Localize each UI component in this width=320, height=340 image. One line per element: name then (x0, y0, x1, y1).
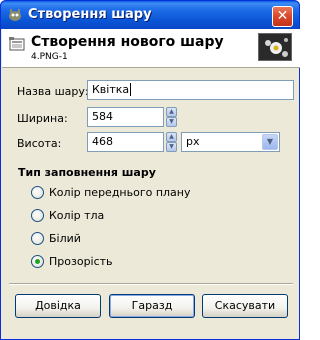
height-label: Висота: (17, 137, 62, 150)
image-thumbnail (258, 33, 292, 61)
layer-name-label: Назва шару: (17, 85, 89, 98)
width-up-icon[interactable]: ▲ (166, 107, 177, 117)
dialog-header: Створення нового шару 4.PNG-1 (2, 29, 300, 68)
create-layer-dialog: Створення шару ✕ Створення нового шару 4… (0, 0, 300, 340)
header-title: Створення нового шару (31, 34, 224, 50)
close-icon: ✕ (276, 8, 289, 24)
width-label: Ширина: (17, 112, 68, 125)
fill-option-label: Білий (49, 232, 81, 245)
close-button[interactable]: ✕ (272, 6, 293, 27)
fill-option-label: Прозорість (49, 255, 113, 268)
width-input[interactable]: 584 (87, 107, 164, 127)
height-down-icon[interactable]: ▼ (166, 142, 177, 152)
chevron-down-icon[interactable]: ▼ (262, 134, 278, 150)
unit-value: px (186, 135, 200, 148)
unit-select[interactable]: px ▼ (181, 132, 280, 152)
width-down-icon[interactable]: ▼ (166, 117, 177, 127)
radio-icon[interactable] (31, 209, 44, 222)
fill-option-label: Колір тла (49, 209, 105, 222)
divider (9, 283, 293, 285)
layer-icon (9, 37, 25, 51)
ok-button[interactable]: Гаразд (109, 294, 195, 318)
height-value: 468 (92, 135, 113, 148)
fill-option-label: Колір переднього плану (49, 186, 191, 199)
layer-name-value: Квітка (92, 83, 130, 96)
radio-icon[interactable] (31, 186, 44, 199)
height-up-icon[interactable]: ▲ (166, 132, 177, 142)
height-spinner[interactable]: ▲ ▼ (166, 132, 177, 152)
radio-icon[interactable] (31, 232, 44, 245)
title-bar[interactable]: Створення шару ✕ (0, 0, 300, 29)
image-name: 4.PNG-1 (31, 52, 68, 62)
height-input[interactable]: 468 (87, 132, 164, 152)
radio-checked-icon[interactable] (31, 255, 44, 268)
layer-name-input[interactable]: Квітка (87, 80, 294, 100)
cancel-button[interactable]: Скасувати (202, 294, 288, 318)
help-button[interactable]: Довідка (15, 294, 101, 318)
window-title: Створення шару (28, 7, 152, 22)
gimp-icon (9, 9, 21, 21)
width-value: 584 (92, 110, 113, 123)
width-spinner[interactable]: ▲ ▼ (166, 107, 177, 127)
fill-type-title: Тип заповнення шару (18, 166, 156, 179)
